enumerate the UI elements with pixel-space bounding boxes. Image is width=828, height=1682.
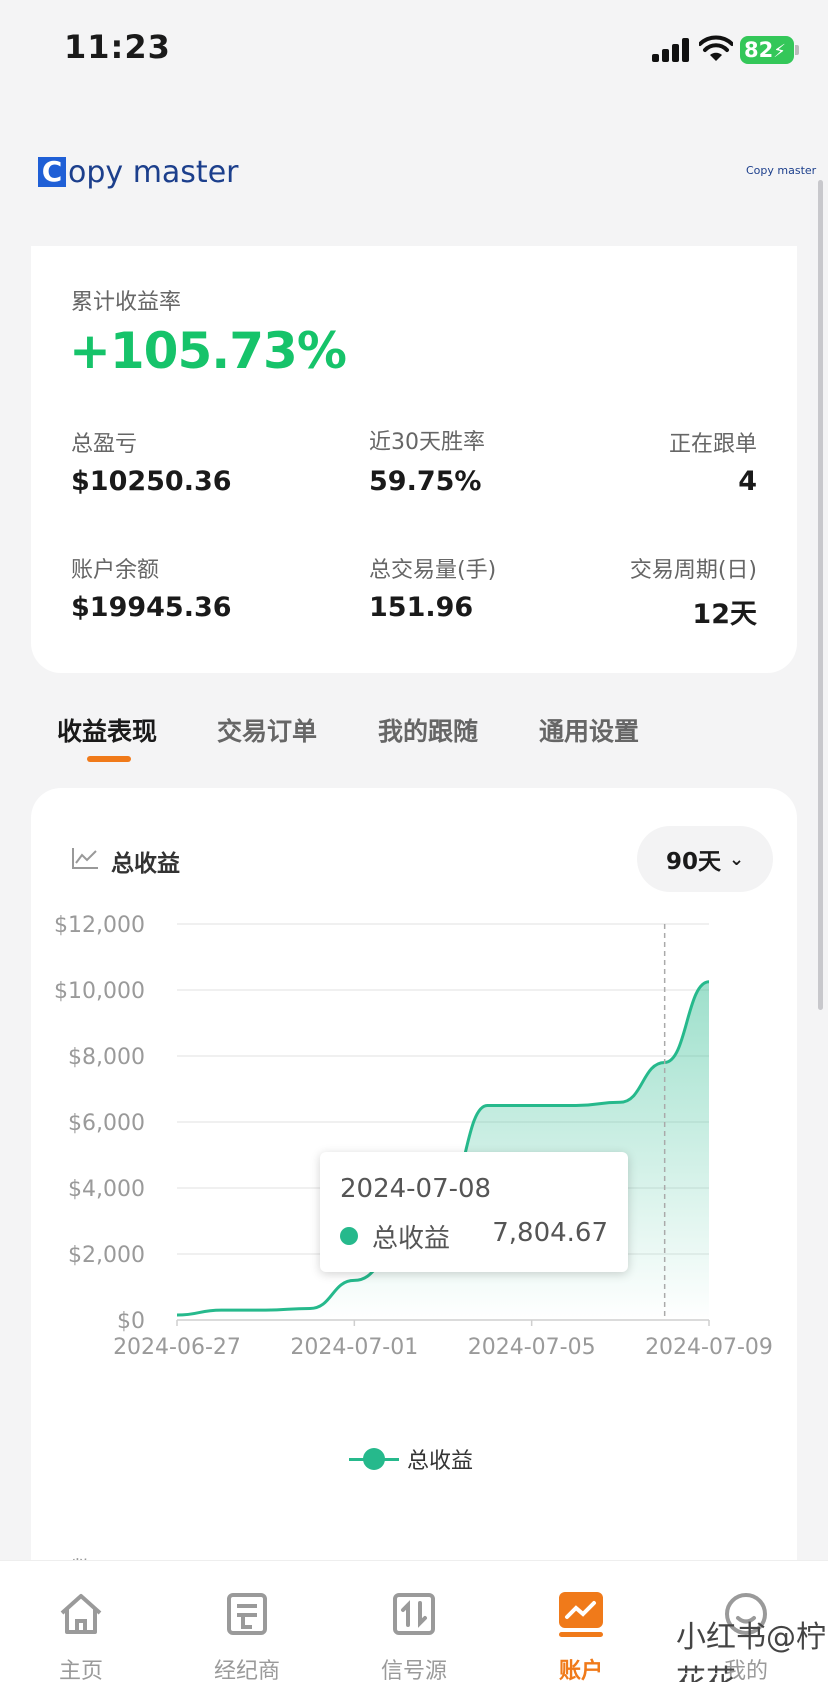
- total-profit-chart-card: 总收益 90天 ⌄ $12,000 $10,000 $8,000 $6,000 $4,0…: [31, 788, 797, 1682]
- tab-my-follows[interactable]: 我的跟随: [378, 712, 478, 748]
- account-tabs: 收益表现 交易订单 我的跟随 通用设置: [0, 700, 828, 770]
- nav-broker[interactable]: 经纪商: [187, 1561, 307, 1682]
- legend-label: 总收益: [407, 1449, 474, 1474]
- chart-legend[interactable]: 总收益: [349, 1444, 473, 1474]
- status-time: 11:23: [64, 28, 171, 66]
- tab-trade-orders[interactable]: 交易订单: [217, 712, 317, 748]
- tooltip-value: 7,804.67: [492, 1218, 608, 1248]
- account-chart-icon: [559, 1592, 603, 1637]
- tab-performance[interactable]: 收益表现: [57, 712, 157, 748]
- cumulative-return-label: 累计收益率: [71, 290, 182, 315]
- nav-home[interactable]: 主页: [21, 1561, 141, 1682]
- trade-period-label: 交易周期(日): [629, 558, 757, 583]
- x-tick-label: 2024-07-05: [468, 1335, 596, 1360]
- nav-broker-label: 经纪商: [213, 1659, 280, 1682]
- tooltip-series-name: 总收益: [372, 1224, 451, 1254]
- account-balance-value: $19945.36: [71, 592, 232, 623]
- nav-home-label: 主页: [58, 1659, 103, 1682]
- home-icon: [60, 1594, 102, 1634]
- period-value: 90天: [665, 849, 721, 875]
- nav-account-label: 账户: [558, 1659, 603, 1682]
- chevron-down-icon: ⌄: [728, 848, 745, 870]
- logo-text: opy master: [68, 154, 239, 190]
- nav-account[interactable]: 账户: [521, 1561, 641, 1682]
- status-bar: 11:23 82⚡: [0, 0, 828, 100]
- cellular-signal-icon: [652, 38, 692, 62]
- broker-icon: [227, 1593, 267, 1635]
- wifi-icon: [699, 35, 733, 61]
- scrollbar[interactable]: [818, 180, 823, 1010]
- brand-header: C opy master Copy master: [0, 100, 828, 246]
- legend-marker: [349, 1444, 399, 1474]
- y-tick-label: $6,000: [68, 1111, 145, 1136]
- active-tab-indicator: [87, 756, 131, 762]
- trade-period-value: 12天: [692, 599, 757, 630]
- y-tick-label: $12,000: [54, 913, 145, 938]
- y-tick-label: $0: [117, 1309, 145, 1334]
- y-tick-label: $8,000: [68, 1045, 145, 1070]
- logo-initial: C: [38, 157, 66, 187]
- tooltip-series-dot: [340, 1227, 358, 1245]
- cumulative-return-value: +105.73%: [69, 322, 347, 380]
- watermark: 小红书@柠花花: [676, 1620, 826, 1682]
- x-tick-label: 2024-06-27: [113, 1335, 241, 1360]
- line-chart-icon: [72, 848, 98, 869]
- nav-signal-source-label: 信号源: [380, 1659, 447, 1682]
- total-pnl-value: $10250.36: [71, 466, 232, 497]
- signal-source-icon: [393, 1593, 435, 1635]
- following-count-label: 正在跟单: [668, 432, 757, 457]
- charging-bolt-icon: ⚡: [773, 41, 786, 62]
- small-logo: Copy master: [746, 164, 817, 177]
- total-pnl-label: 总盈亏: [71, 432, 138, 457]
- tab-general-settings[interactable]: 通用设置: [539, 712, 639, 748]
- account-balance-label: 账户余额: [71, 558, 160, 583]
- win-rate-label: 近30天胜率: [369, 430, 485, 455]
- chart-title: 总收益: [111, 851, 180, 877]
- battery-level: 82: [744, 38, 774, 62]
- copy-master-logo: C opy master: [38, 154, 238, 190]
- nav-signal-source[interactable]: 信号源: [354, 1561, 474, 1682]
- y-tick-label: $10,000: [54, 979, 145, 1004]
- following-count-value: 4: [738, 466, 757, 497]
- tooltip-date: 2024-07-08: [340, 1174, 492, 1204]
- battery-cap: [795, 45, 799, 55]
- battery-indicator: 82⚡: [740, 36, 794, 64]
- chart-tooltip: 2024-07-08 总收益 7,804.67: [320, 1152, 628, 1272]
- trade-volume-label: 总交易量(手): [369, 558, 497, 583]
- trade-volume-value: 151.96: [369, 592, 474, 623]
- x-tick-label: 2024-07-09: [645, 1335, 773, 1360]
- win-rate-value: 59.75%: [369, 466, 482, 497]
- x-tick-label: 2024-07-01: [290, 1335, 418, 1360]
- y-tick-label: $4,000: [68, 1177, 145, 1202]
- account-stats-card: 累计收益率 +105.73% 总盈亏 $10250.36 近30天胜率 59.7…: [31, 246, 797, 673]
- period-selector[interactable]: 90天 ⌄: [637, 826, 773, 892]
- y-tick-label: $2,000: [68, 1243, 145, 1268]
